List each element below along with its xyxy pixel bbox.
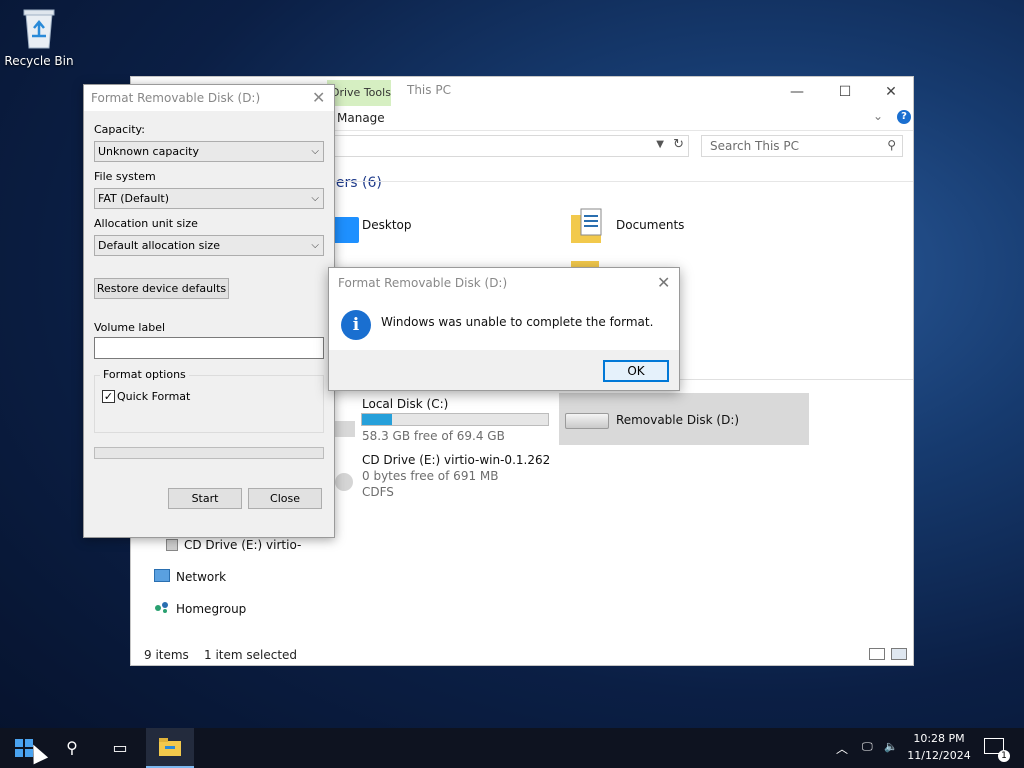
allocation-unit-select[interactable]: Default allocation size ⌵ [94, 235, 324, 256]
recycle-bin-label: Recycle Bin [4, 54, 74, 68]
close-dialog-button[interactable]: Close [248, 488, 322, 509]
format-dialog: Format Removable Disk (D:) ✕ Capacity: U… [83, 84, 335, 538]
folders-section-header[interactable]: ders (6) [327, 175, 382, 191]
status-bar: 9 items 1 item selected [131, 643, 913, 665]
nav-homegroup[interactable]: Homegroup [176, 602, 246, 616]
clock-time[interactable]: 10:28 PM [904, 732, 974, 745]
nav-network[interactable]: Network [176, 570, 226, 584]
volume-label-input[interactable] [94, 337, 324, 359]
volume-label-label: Volume label [94, 321, 166, 334]
notification-count-badge: 1 [998, 750, 1010, 762]
restore-defaults-button[interactable]: Restore device defaults [94, 278, 229, 299]
chevron-down-icon: ⌵ [311, 146, 319, 157]
minimize-button[interactable]: — [777, 81, 817, 103]
format-dialog-close-icon[interactable]: ✕ [312, 88, 325, 107]
ribbon-expand-chevron-icon[interactable]: ⌄ [873, 109, 883, 123]
cd-drive-free-text: 0 bytes free of 691 MB [362, 469, 499, 483]
ok-button[interactable]: OK [603, 360, 669, 382]
documents-folder-icon[interactable] [571, 205, 605, 245]
details-view-icon[interactable] [869, 648, 885, 660]
capacity-label: Capacity: [94, 123, 145, 136]
allocation-unit-value: Default allocation size [98, 239, 220, 252]
chevron-down-icon: ⌵ [311, 193, 319, 204]
local-disk-free-text: 58.3 GB free of 69.4 GB [362, 429, 505, 443]
removable-disk-d-label: Removable Disk (D:) [616, 413, 740, 427]
quick-format-checkbox[interactable]: ✓ [102, 390, 115, 403]
local-disk-usage-fill [362, 414, 392, 425]
cd-drive-nav-icon [166, 539, 178, 551]
nav-cd-drive[interactable]: CD Drive (E:) virtio- [184, 538, 301, 552]
search-icon[interactable]: ⚲ [48, 728, 96, 768]
format-dialog-title: Format Removable Disk (D:) [91, 91, 261, 105]
local-disk-icon [335, 421, 355, 437]
address-dropdown-icon[interactable]: ▼ [656, 139, 664, 150]
clock-date[interactable]: 11/12/2024 [904, 749, 974, 762]
large-icons-view-icon[interactable] [891, 648, 907, 660]
drive-tools-context-tab[interactable]: Drive Tools [327, 80, 391, 106]
search-placeholder: Search This PC [710, 139, 799, 153]
message-box-title: Format Removable Disk (D:) [338, 276, 508, 290]
info-icon: i [341, 310, 371, 340]
show-hidden-icons-chevron-icon[interactable]: ︿ [836, 740, 848, 757]
tab-manage[interactable]: Manage [337, 111, 385, 125]
start-button[interactable]: Start [168, 488, 242, 509]
cd-drive-icon [335, 473, 353, 491]
status-selection: 1 item selected [204, 648, 298, 662]
file-explorer-taskbar-icon[interactable] [146, 728, 194, 768]
network-tray-icon[interactable]: 🖵 [862, 740, 873, 754]
volume-muted-icon[interactable]: 🔈 [884, 740, 898, 753]
cd-drive-fs-text: CDFS [362, 485, 394, 499]
address-bar[interactable]: ▼ ↻ [327, 135, 689, 157]
recycle-bin-icon [20, 6, 58, 50]
file-system-select[interactable]: FAT (Default) ⌵ [94, 188, 324, 209]
recycle-bin-shortcut[interactable]: Recycle Bin [4, 6, 74, 68]
close-button[interactable]: ✕ [871, 81, 911, 103]
cd-drive-e-label[interactable]: CD Drive (E:) virtio-win-0.1.262 [362, 453, 550, 467]
capacity-value: Unknown capacity [98, 145, 199, 158]
message-text: Windows was unable to complete the forma… [381, 315, 654, 329]
file-system-label: File system [94, 170, 156, 183]
explorer-title: This PC [407, 83, 451, 97]
format-progress-bar [94, 447, 324, 459]
file-system-value: FAT (Default) [98, 192, 169, 205]
status-item-count: 9 items [144, 648, 189, 662]
section-divider [327, 181, 913, 182]
network-icon [154, 569, 170, 582]
quick-format-label[interactable]: Quick Format [117, 390, 190, 403]
help-icon[interactable]: ? [897, 110, 911, 124]
format-dialog-titlebar[interactable]: Format Removable Disk (D:) ✕ [84, 85, 334, 111]
removable-disk-icon [565, 413, 609, 429]
capacity-select[interactable]: Unknown capacity ⌵ [94, 141, 324, 162]
error-message-box: Format Removable Disk (D:) ✕ i Windows w… [328, 267, 680, 391]
search-input[interactable]: Search This PC ⚲ [701, 135, 903, 157]
task-view-icon[interactable]: ▭ [96, 728, 144, 768]
local-disk-usage-bar [361, 413, 549, 426]
local-disk-c-label[interactable]: Local Disk (C:) [362, 397, 448, 411]
maximize-button[interactable]: ☐ [825, 81, 865, 103]
search-icon: ⚲ [887, 138, 896, 152]
homegroup-icon [154, 601, 169, 613]
chevron-down-icon: ⌵ [311, 240, 319, 251]
format-options-group [94, 375, 324, 433]
taskbar: ⚲ ▭ ︿ 🖵 🔈 10:28 PM 11/12/2024 1 [0, 728, 1024, 768]
folder-documents-label[interactable]: Documents [616, 218, 684, 232]
folder-desktop-label[interactable]: Desktop [362, 218, 412, 232]
allocation-unit-label: Allocation unit size [94, 217, 198, 230]
refresh-icon[interactable]: ↻ [673, 137, 684, 152]
message-box-footer: OK [329, 350, 679, 390]
format-options-title: Format options [100, 368, 189, 381]
message-box-close-icon[interactable]: ✕ [657, 273, 670, 292]
removable-disk-d-tile[interactable]: Removable Disk (D:) [559, 393, 809, 445]
